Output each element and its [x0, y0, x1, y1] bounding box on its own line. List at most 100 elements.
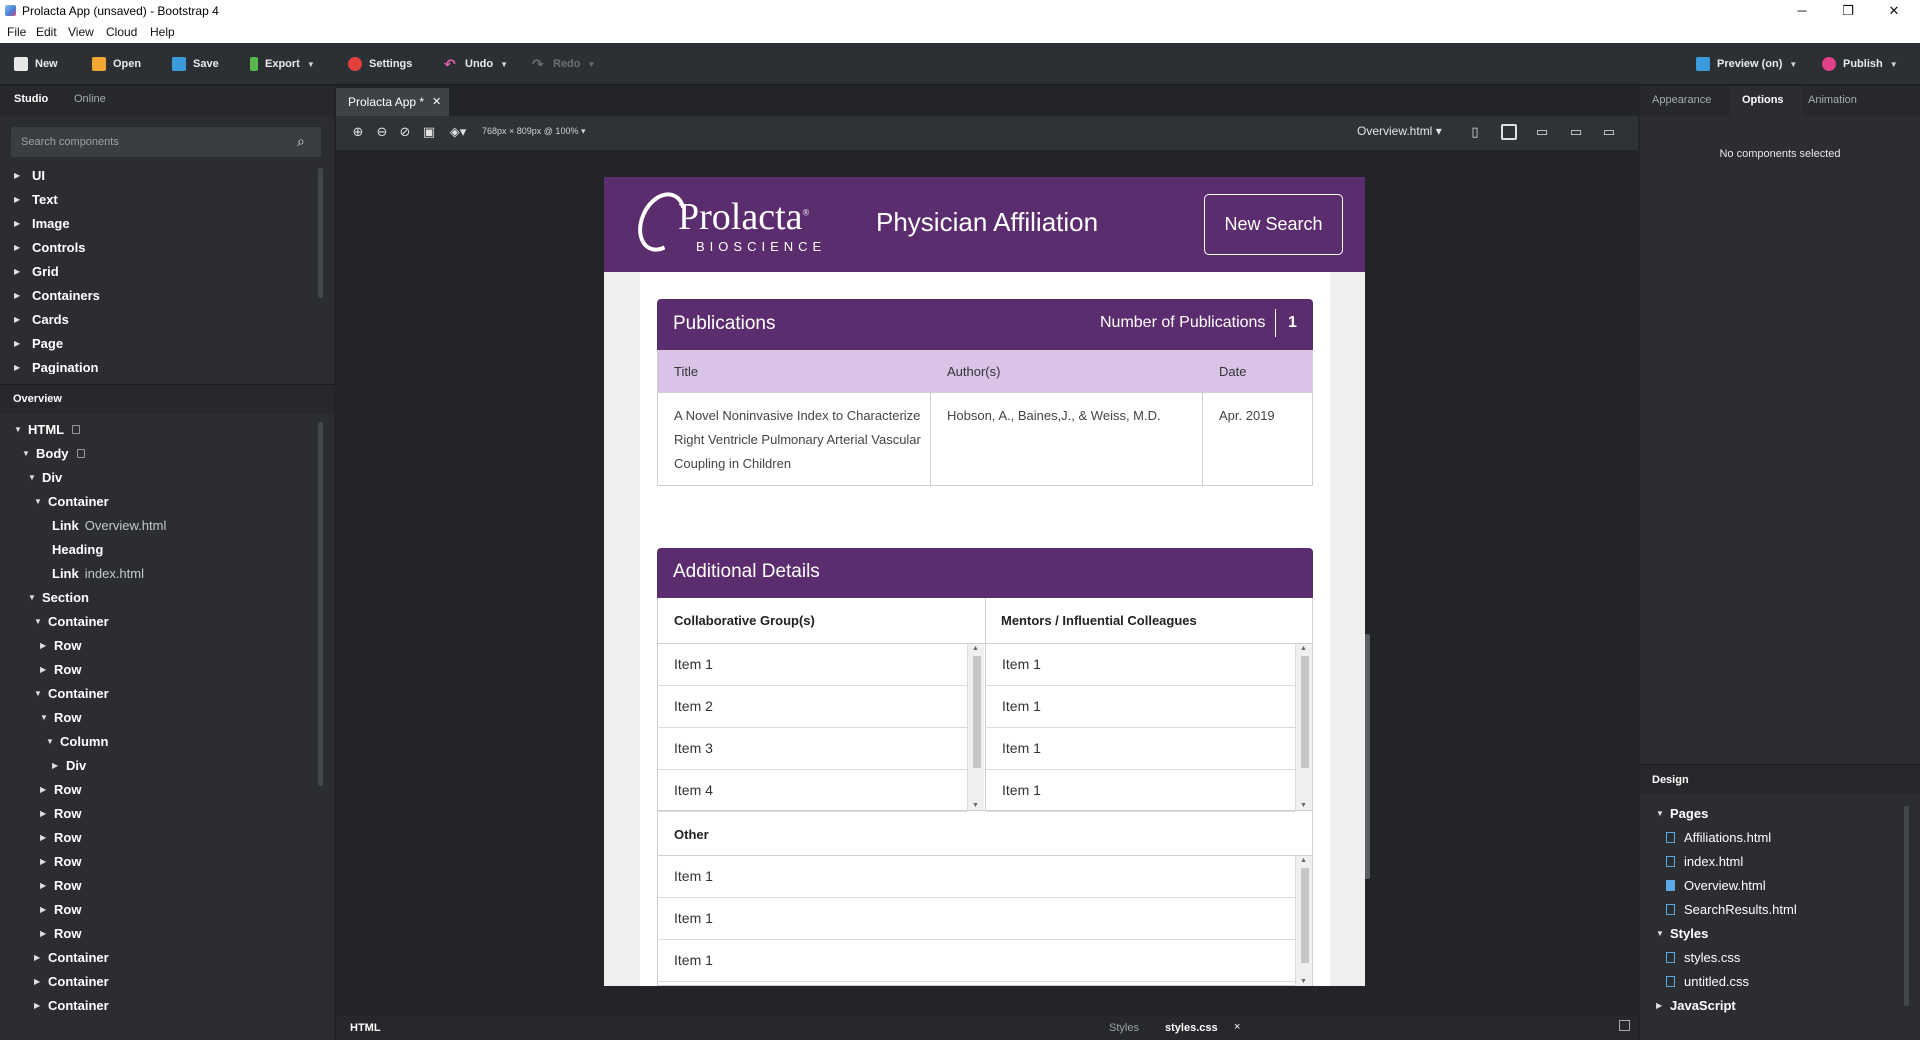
list-item[interactable]: Item 1: [986, 644, 1295, 686]
file-item[interactable]: styles.css: [1666, 950, 1740, 965]
component-category[interactable]: ▶ Text: [14, 192, 58, 207]
file-item[interactable]: index.html: [1666, 854, 1743, 869]
other-list[interactable]: Item 1 Item 1 Item 1 ▲ ▼: [658, 855, 1313, 986]
layers-icon[interactable]: ◈▾: [446, 124, 470, 140]
tree-node[interactable]: ▼ Body: [22, 446, 85, 461]
tree-node[interactable]: ▼ Div: [28, 470, 62, 485]
settings-button[interactable]: Settings: [348, 51, 412, 77]
minimize-button[interactable]: ─: [1779, 0, 1825, 22]
zoom-out-icon[interactable]: ⊖: [374, 124, 390, 140]
reset-zoom-icon[interactable]: ⊘: [397, 124, 413, 140]
design-section[interactable]: ▼ Pages: [1656, 806, 1708, 821]
file-item[interactable]: SearchResults.html: [1666, 902, 1797, 917]
tree-node[interactable]: ▼ HTML: [14, 422, 81, 437]
search-input[interactable]: [21, 134, 281, 150]
list-item[interactable]: Item 1: [986, 728, 1295, 770]
scroll-up-icon[interactable]: ▲: [1300, 645, 1307, 652]
maximize-panel-icon[interactable]: [1619, 1020, 1630, 1031]
design-scrollbar[interactable]: [1904, 806, 1909, 1006]
tree-node[interactable]: ▼ Container: [34, 686, 109, 701]
component-category[interactable]: ▶ Controls: [14, 240, 85, 255]
close-tab-icon[interactable]: ✕: [432, 95, 441, 108]
list-item[interactable]: Item 1: [658, 644, 967, 686]
zoom-in-icon[interactable]: ⊕: [350, 124, 366, 140]
device-desktop-icon[interactable]: ▭: [1601, 124, 1617, 140]
device-tablet-icon[interactable]: [1501, 124, 1517, 140]
list-scrollbar[interactable]: ▲ ▼: [1295, 856, 1312, 986]
tree-node[interactable]: Link index.html: [52, 566, 144, 581]
menu-edit[interactable]: Edit: [36, 25, 57, 39]
scroll-thumb[interactable]: [973, 656, 981, 768]
scroll-thumb[interactable]: [1301, 656, 1309, 768]
list-item[interactable]: Item 4: [658, 770, 967, 812]
component-category[interactable]: ▶ Grid: [14, 264, 59, 279]
preview-button[interactable]: Preview (on) ▼: [1696, 51, 1797, 77]
component-category[interactable]: ▶ Cards: [14, 312, 69, 327]
menu-file[interactable]: File: [7, 25, 26, 39]
component-scrollbar[interactable]: [318, 168, 323, 298]
tree-node[interactable]: ▼ Section: [28, 590, 89, 605]
save-button[interactable]: Save: [172, 51, 219, 77]
search-icon[interactable]: ⌕: [297, 133, 305, 150]
tree-node[interactable]: ▶ Row: [40, 878, 81, 893]
new-search-button[interactable]: New Search: [1204, 194, 1343, 255]
tree-node[interactable]: Link Overview.html: [52, 518, 166, 533]
table-row[interactable]: A Novel Noninvasive Index to Characteriz…: [657, 393, 1313, 486]
tab-options[interactable]: Options: [1742, 94, 1784, 106]
scroll-down-icon[interactable]: ▼: [1300, 978, 1307, 985]
list-scrollbar[interactable]: ▲ ▼: [967, 644, 984, 810]
tree-node[interactable]: ▶ Row: [40, 638, 81, 653]
open-button[interactable]: Open: [92, 51, 141, 77]
tree-node[interactable]: ▶ Row: [40, 662, 81, 677]
image-icon[interactable]: ▣: [421, 124, 437, 140]
tree-node[interactable]: ▶ Row: [40, 902, 81, 917]
scroll-thumb[interactable]: [1301, 868, 1309, 963]
publication-title[interactable]: A Novel Noninvasive Index to Characteriz…: [674, 404, 924, 476]
tab-appearance[interactable]: Appearance: [1652, 94, 1711, 106]
device-laptop-icon[interactable]: ▭: [1568, 124, 1584, 140]
tree-node[interactable]: Heading: [52, 542, 103, 557]
tab-design[interactable]: Design: [1652, 774, 1689, 786]
collab-groups-list[interactable]: Item 1 Item 2 Item 3 Item 4 ▲ ▼: [658, 643, 985, 812]
tree-node[interactable]: ▶ Row: [40, 782, 81, 797]
tree-node[interactable]: ▼ Container: [34, 614, 109, 629]
mentors-list[interactable]: Item 1 Item 1 Item 1 Item 1 ▲ ▼: [986, 643, 1313, 812]
tree-node[interactable]: ▶ Container: [34, 950, 109, 965]
component-category[interactable]: ▶ Page: [14, 336, 63, 351]
scroll-down-icon[interactable]: ▼: [1300, 802, 1307, 809]
close-tab-icon[interactable]: ×: [1234, 1021, 1240, 1033]
tree-node[interactable]: ▶ Container: [34, 998, 109, 1013]
list-item[interactable]: Item 1: [986, 770, 1295, 812]
tree-node[interactable]: ▼ Column: [46, 734, 108, 749]
component-category[interactable]: ▶ Pagination: [14, 360, 98, 374]
design-section[interactable]: ▶ JavaScript: [1656, 998, 1736, 1013]
document-tab[interactable]: Prolacta App * ✕: [336, 88, 449, 116]
list-item[interactable]: Item 1: [658, 856, 1295, 898]
list-item[interactable]: Item 1: [658, 940, 1295, 982]
scroll-down-icon[interactable]: ▼: [972, 802, 979, 809]
scroll-up-icon[interactable]: ▲: [1300, 857, 1307, 864]
file-item[interactable]: Overview.html: [1666, 878, 1766, 893]
design-section[interactable]: ▼ Styles: [1656, 926, 1708, 941]
tab-overview[interactable]: Overview: [13, 393, 62, 405]
publish-button[interactable]: Publish ▼: [1822, 51, 1898, 77]
component-category[interactable]: ▶ Image: [14, 216, 70, 231]
tab-animation[interactable]: Animation: [1808, 94, 1857, 106]
list-item[interactable]: Item 3: [658, 728, 967, 770]
undo-button[interactable]: ↶ Undo ▼: [444, 51, 508, 77]
canvas-size-dropdown[interactable]: 768px × 809px @ 100% ▾: [482, 126, 586, 137]
tab-styles-css[interactable]: styles.css: [1165, 1022, 1218, 1034]
maximize-button[interactable]: ❐: [1825, 0, 1871, 22]
menu-view[interactable]: View: [68, 25, 94, 39]
new-button[interactable]: New: [14, 51, 58, 77]
tab-online[interactable]: Online: [74, 93, 106, 105]
device-phone-icon[interactable]: ▯: [1467, 124, 1483, 140]
export-button[interactable]: Export ▼: [250, 51, 315, 77]
component-category[interactable]: ▶ Containers: [14, 288, 100, 303]
tree-node[interactable]: ▶ Div: [52, 758, 86, 773]
page-select[interactable]: Overview.html ▾: [1357, 124, 1442, 138]
list-scrollbar[interactable]: ▲ ▼: [1295, 644, 1312, 810]
list-item[interactable]: Item 2: [658, 686, 967, 728]
file-item[interactable]: untitled.css: [1666, 974, 1749, 989]
list-item[interactable]: Item 1: [658, 898, 1295, 940]
